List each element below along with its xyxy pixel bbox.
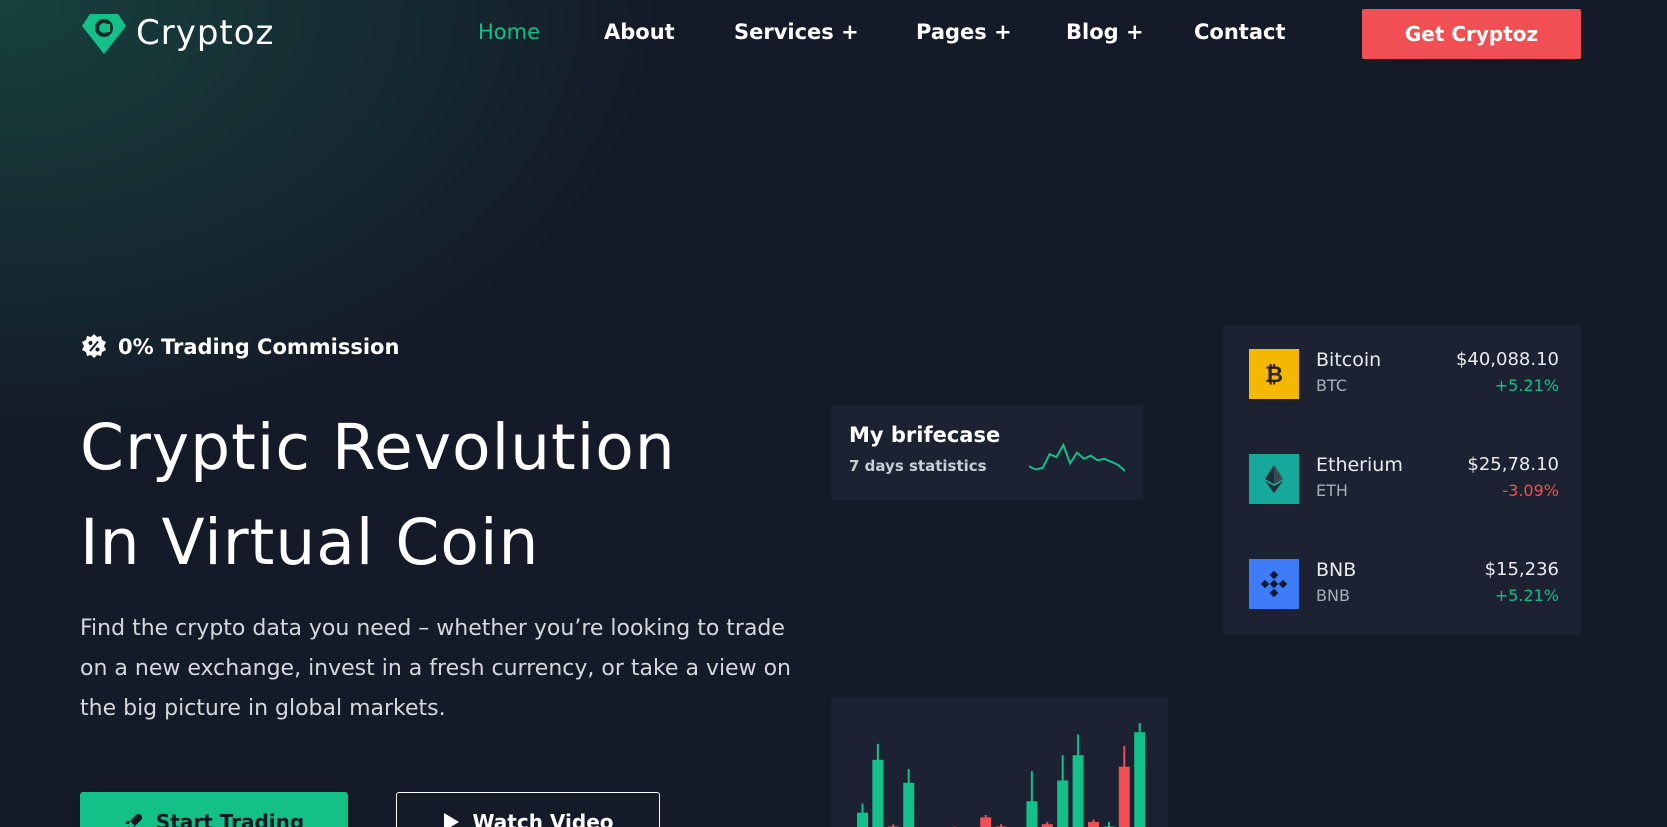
brand-logo[interactable]: Cryptoz [80,10,274,56]
watch-video-button[interactable]: Watch Video [396,792,660,827]
candle-body [980,817,992,827]
coin-row-bnb[interactable]: BNB BNB $15,236 +5.21% [1249,559,1559,611]
candle-body [1072,755,1084,827]
hero-title: Cryptic Revolution In Virtual Coin [80,400,800,590]
coin-name: Bitcoin [1316,349,1382,371]
coin-row-bitcoin[interactable]: ₿ Bitcoin BTC $40,088.10 +5.21% [1249,349,1559,401]
coin-change: +5.21% [1494,586,1559,605]
coin-name: Etherium [1316,454,1403,476]
candlestick-chart [857,723,1146,827]
candle-body [857,812,868,827]
coin-change: +5.21% [1494,376,1559,395]
hero-description: Find the crypto data you need – whether … [80,616,791,721]
nav-contact[interactable]: Contact [1194,20,1286,44]
diamond-logo-icon [82,14,126,54]
nav-home[interactable]: Home [478,20,540,44]
badge-text: 0% Trading Commission [118,335,400,359]
candle-body [1134,732,1146,827]
rocket-icon [124,814,142,827]
brand-name: Cryptoz [136,13,275,53]
candle-body [1118,766,1130,827]
play-icon [444,813,460,827]
get-cryptoz-button[interactable]: Get Cryptoz [1362,9,1581,59]
hero-title-line-2: In Virtual Coin [80,506,540,579]
candle-body [1088,821,1099,827]
coin-price: $40,088.10 [1455,349,1559,370]
nav-blog[interactable]: Blog + [1066,20,1144,44]
candle-body [872,759,884,827]
coin-price-list: ₿ Bitcoin BTC $40,088.10 +5.21% Etherium… [1223,325,1581,635]
svg-text:₿: ₿ [1265,363,1283,388]
watch-video-label: Watch Video [472,810,614,827]
sparkline-line [1029,443,1125,472]
hero-title-line-1: Cryptic Revolution [80,411,676,484]
ethereum-icon [1249,454,1299,504]
commission-badge: 0% Trading Commission [80,333,399,361]
candle-body [1026,801,1038,827]
briefcase-card: My brifecase 7 days statistics [831,405,1143,500]
coin-row-ethereum[interactable]: Etherium ETH $25,78.10 -3.09% [1249,454,1559,506]
percent-seal-icon [82,334,106,358]
sparkline-chart [1029,443,1125,472]
nav-about[interactable]: About [604,20,675,44]
nav-services[interactable]: Services + [734,20,859,44]
candle-body [903,782,915,827]
coin-symbol: ETH [1316,481,1348,500]
bitcoin-icon: ₿ [1249,349,1299,399]
candle-body [1057,780,1069,827]
coin-price: $25,78.10 [1467,454,1559,475]
coin-price: $15,236 [1484,559,1559,580]
nav-pages[interactable]: Pages + [916,20,1012,44]
bnb-icon [1249,559,1299,609]
candlestick-chart-card [831,698,1168,827]
start-trading-button[interactable]: Start Trading [80,792,348,827]
coin-symbol: BNB [1316,586,1350,605]
coin-name: BNB [1316,559,1357,581]
coin-symbol: BTC [1316,376,1347,395]
start-trading-label: Start Trading [155,810,305,827]
coin-change: -3.09% [1502,481,1559,500]
